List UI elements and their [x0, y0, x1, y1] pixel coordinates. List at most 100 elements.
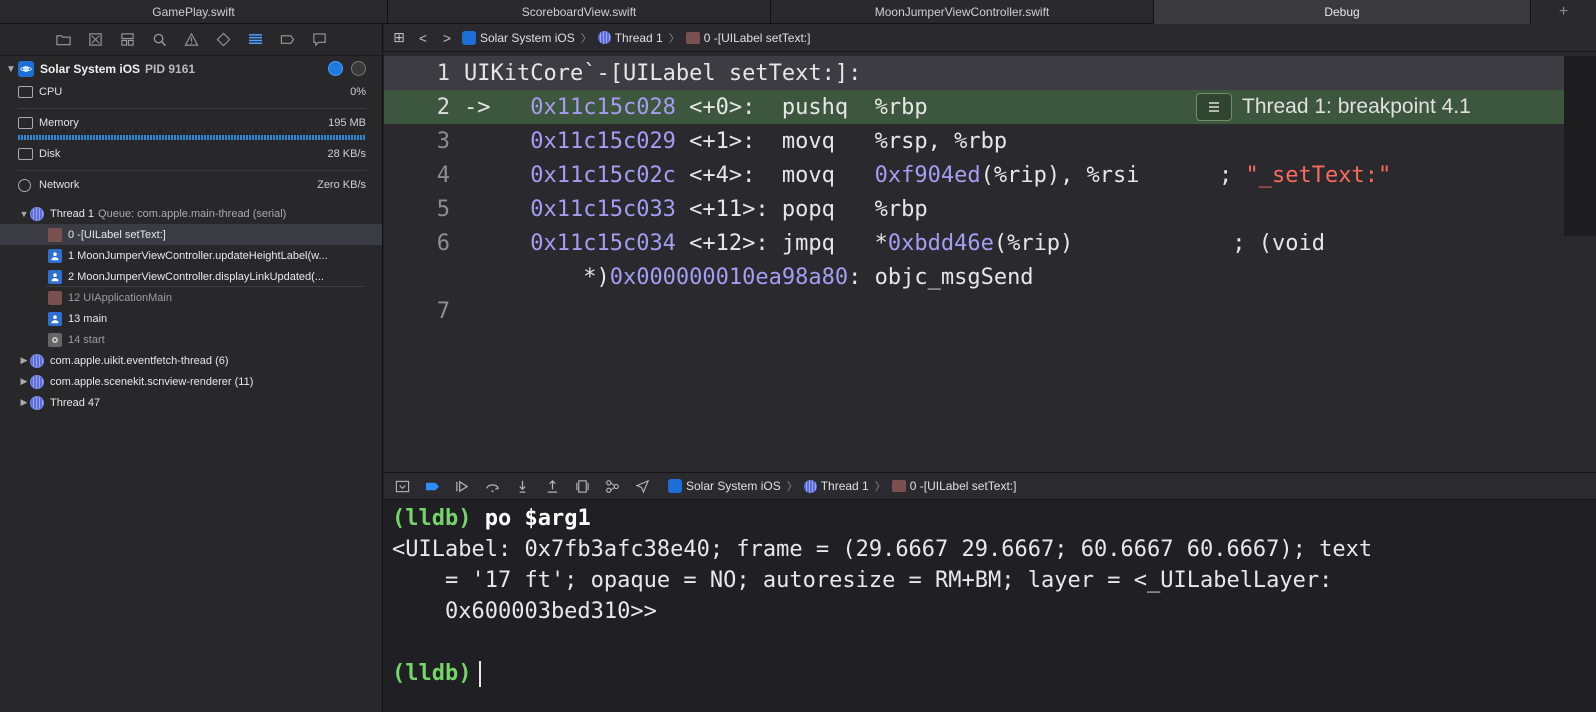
continue-icon[interactable] [454, 478, 470, 494]
view-hierarchy-icon[interactable] [574, 478, 590, 494]
memory-gauge[interactable]: Memory 195 MB [0, 113, 382, 144]
breadcrumb-thread[interactable]: Thread 1 [803, 479, 869, 493]
step-into-icon[interactable] [514, 478, 530, 494]
debug-navigator-icon[interactable] [247, 32, 263, 48]
symbol-icon[interactable] [119, 32, 135, 48]
tab-debug[interactable]: Debug [1154, 0, 1531, 24]
thread-1-row[interactable]: ▼ Thread 1 Queue: com.apple.main-thread … [0, 203, 382, 224]
forward-button[interactable]: > [438, 30, 456, 46]
network-gauge[interactable]: Network Zero KB/s [0, 175, 382, 203]
stack-frame-12[interactable]: 12 UIApplicationMain [0, 287, 382, 308]
disclosure-right-icon[interactable]: ▶ [18, 376, 30, 387]
disk-gauge[interactable]: Disk 28 KB/s [0, 144, 382, 175]
app-icon [668, 479, 682, 493]
thread-name: Thread 1 [50, 207, 95, 220]
step-out-icon[interactable] [544, 478, 560, 494]
search-icon[interactable] [151, 32, 167, 48]
breadcrumb-thread[interactable]: Thread 1 [597, 31, 663, 45]
tab-gameplay[interactable]: GamePlay.swift [0, 0, 388, 24]
disclosure-down-icon[interactable]: ▼ [6, 64, 18, 75]
folder-icon[interactable] [55, 32, 71, 48]
frame-label: 2 MoonJumperViewController.displayLinkUp… [68, 270, 324, 283]
system-frame-icon [48, 227, 62, 242]
thread-icon [803, 479, 817, 493]
code-line-5[interactable]: 5 0x11c15c033 <+11>: popq %rbp [384, 192, 1564, 226]
system-frame-icon [48, 290, 62, 305]
thread-icon [30, 374, 44, 389]
hide-debug-area-icon[interactable] [394, 478, 410, 494]
thread-scnview-row[interactable]: ▶ com.apple.scenekit.scnview-renderer (1… [0, 371, 382, 392]
back-button[interactable]: < [414, 30, 432, 46]
checkmark-icon[interactable] [328, 61, 343, 76]
simulate-location-icon[interactable] [634, 478, 650, 494]
cpu-gauge[interactable]: CPU 0% [0, 82, 382, 113]
debug-navigator: ▼ Solar System iOS PID 9161 CPU 0% Memor… [0, 24, 383, 712]
breadcrumb-app[interactable]: Solar System iOS [462, 30, 575, 45]
related-items-icon[interactable]: ⊞ [390, 29, 408, 46]
warning-icon[interactable] [183, 32, 199, 48]
stack-frame-13[interactable]: 13 main [0, 308, 382, 329]
user-frame-icon [48, 269, 62, 284]
frame-label: 12 UIApplicationMain [68, 291, 172, 304]
crumb-label: Solar System iOS [686, 479, 781, 493]
code-line-4[interactable]: 4 0x11c15c02c <+4>: movq 0xf904ed (%rip),… [384, 158, 1564, 192]
report-icon[interactable] [311, 32, 327, 48]
disclosure-down-icon[interactable]: ▼ [18, 209, 30, 219]
code-text: <+4>: movq [675, 162, 875, 188]
thread-name: com.apple.scenekit.scnview-renderer (11) [50, 375, 254, 388]
system-frame-icon [685, 31, 700, 44]
code-line-2[interactable]: 2 -> 0x11c15c028 <+0>: pushq %rbp Thread … [384, 90, 1564, 124]
code-text: <+11>: popq %rbp [675, 196, 928, 222]
text-cursor [479, 660, 482, 687]
breakpoints-toggle-icon[interactable] [424, 478, 440, 494]
lldb-console[interactable]: (lldb) po $arg1 <UILabel: 0x7fb3afc38e40… [384, 501, 1596, 712]
test-icon[interactable] [215, 32, 231, 48]
debug-breadcrumb: Solar System iOS 〉 Thread 1 〉 0 -[UILabe… [668, 478, 1016, 494]
tab-moonjumper[interactable]: MoonJumperViewController.swift [771, 0, 1154, 24]
address: 0xf904ed [874, 162, 981, 188]
step-over-icon[interactable] [484, 478, 500, 494]
disclosure-right-icon[interactable]: ▶ [18, 397, 30, 408]
console-input-line[interactable]: (lldb) [392, 658, 1596, 689]
breadcrumb-frame[interactable]: 0 -[UILabel setText:] [685, 31, 810, 45]
debug-bar: Solar System iOS 〉 Thread 1 〉 0 -[UILabe… [384, 472, 1596, 500]
add-tab-button[interactable]: + [1531, 0, 1596, 24]
code-line-6[interactable]: 6 0x11c15c034 <+12>: jmpq * 0xbdd46e (%rip… [384, 226, 1564, 260]
crumb-label: Thread 1 [820, 479, 869, 493]
stack-frame-2[interactable]: 2 MoonJumperViewController.displayLinkUp… [0, 266, 382, 287]
code-line-3[interactable]: 3 0x11c15c029 <+1>: movq %rsp, %rbp [384, 124, 1564, 158]
memory-graph-icon[interactable] [604, 478, 620, 494]
breadcrumb-app[interactable]: Solar System iOS [668, 479, 781, 493]
disclosure-right-icon[interactable]: ▶ [18, 355, 30, 366]
code-text: <+1>: movq %rsp, %rbp [675, 128, 1008, 154]
code-line-7[interactable]: 7 [384, 294, 1564, 328]
breakpoint-badge[interactable]: Thread 1: breakpoint 4.1 [1196, 93, 1471, 121]
thread-eventfetch-row[interactable]: ▶ com.apple.uikit.eventfetch-thread (6) [0, 350, 382, 371]
code-text: UIKitCore`-[UILabel setText:]: [464, 60, 862, 86]
memory-icon [18, 117, 33, 129]
code-area[interactable]: 1 UIKitCore`-[UILabel setText:]: 2 -> 0x11… [384, 56, 1564, 328]
source-control-icon[interactable] [87, 32, 103, 48]
console-output-line: = '17 ft'; opaque = NO; autoresize = RM+… [392, 568, 1333, 593]
address: 0x11c15c029 [530, 128, 676, 154]
stack-frame-0[interactable]: 0 -[UILabel setText:] [0, 224, 382, 245]
breadcrumb-frame[interactable]: 0 -[UILabel setText:] [891, 479, 1016, 493]
stack-frame-1[interactable]: 1 MoonJumperViewController.updateHeightL… [0, 245, 382, 266]
pause-icon[interactable] [351, 61, 366, 76]
stack-frame-14[interactable]: 14 start [0, 329, 382, 350]
breakpoint-icon[interactable] [279, 32, 295, 48]
address: 0x11c15c033 [530, 196, 676, 222]
code-line-6-wrap[interactable]: *) 0x000000010ea98a80: objc_msgSend [384, 260, 1564, 294]
chevron-right-icon: 〉 [874, 481, 886, 493]
tab-scoreboard[interactable]: ScoreboardView.swift [388, 0, 771, 24]
thread-47-row[interactable]: ▶ Thread 47 [0, 392, 382, 413]
process-row[interactable]: ▼ Solar System iOS PID 9161 [0, 56, 382, 82]
code-line-1[interactable]: 1 UIKitCore`-[UILabel setText:]: [384, 56, 1564, 90]
app-icon [462, 30, 476, 45]
code-text: (%rip), %rsi ; [980, 162, 1246, 188]
lldb-prompt: (lldb) [392, 661, 472, 686]
app-icon [18, 61, 34, 77]
